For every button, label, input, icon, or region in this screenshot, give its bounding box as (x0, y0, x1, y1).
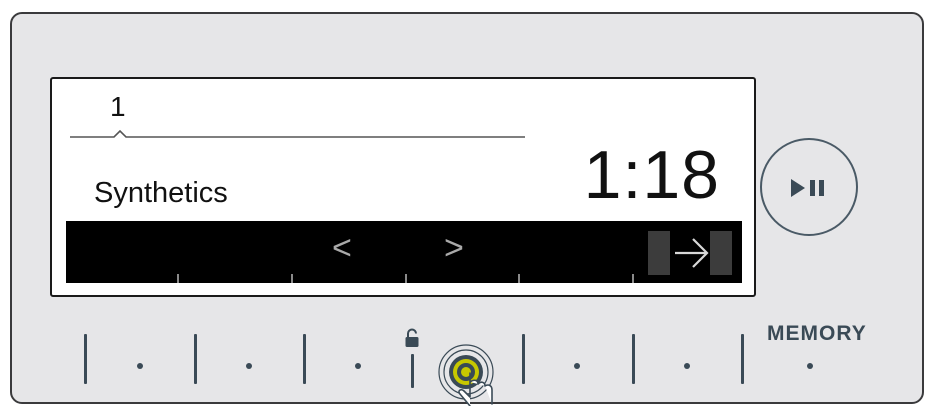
option-button-3[interactable] (355, 363, 361, 369)
option-button-2[interactable] (246, 363, 252, 369)
scale-tick (632, 274, 634, 283)
nav-prev-button[interactable]: < (332, 231, 352, 265)
time-remaining: 1:18 (583, 137, 720, 213)
scale-tick (291, 274, 293, 283)
zone-divider (741, 334, 744, 384)
nav-forward-button[interactable] (648, 231, 732, 275)
zone-divider (84, 334, 87, 384)
option-button-1[interactable] (137, 363, 143, 369)
zone-divider (411, 354, 414, 388)
lock-icon (405, 328, 419, 347)
zone-divider (522, 334, 525, 384)
start-touch-icon[interactable] (436, 342, 510, 406)
option-button-5[interactable] (684, 363, 690, 369)
program-name: Synthetics (94, 177, 228, 209)
zone-divider (303, 334, 306, 384)
nav-next-button[interactable]: > (444, 231, 464, 265)
option-button-4[interactable] (574, 363, 580, 369)
arrow-right-icon (675, 238, 709, 268)
play-pause-icon (791, 179, 824, 197)
scale-tick (405, 274, 407, 283)
memory-label: MEMORY (767, 322, 867, 345)
navigation-bar: < > (66, 221, 742, 283)
scale-tick (177, 274, 179, 283)
play-pause-button[interactable] (760, 138, 858, 236)
zone-divider (194, 334, 197, 384)
display-screen: 1 Synthetics 1:18 < > (50, 77, 756, 297)
scale-tick (518, 274, 520, 283)
zone-divider (632, 334, 635, 384)
memory-button[interactable] (807, 363, 813, 369)
